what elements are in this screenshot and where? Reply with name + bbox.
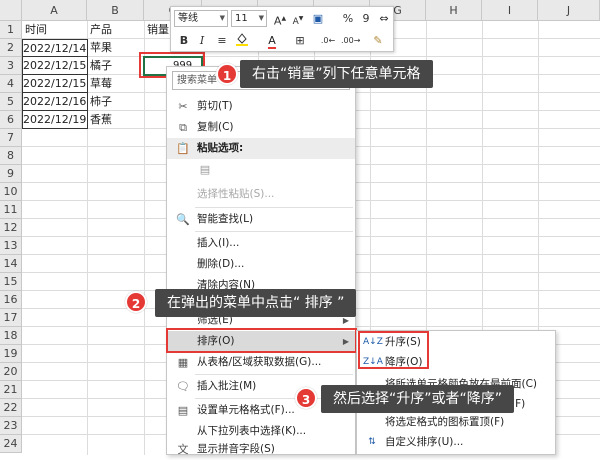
cell-a5[interactable]: 2022/12/16 <box>22 93 88 111</box>
format-cells-icon: ▤ <box>177 404 189 417</box>
row-header-11[interactable]: 11 <box>0 201 22 219</box>
chevron-down-icon: ▼ <box>258 14 264 22</box>
cell-b2[interactable]: 苹果 <box>90 39 142 57</box>
row-header-12[interactable]: 12 <box>0 219 22 237</box>
row-header-3[interactable]: 3 <box>0 57 22 75</box>
cell-c1[interactable]: 销量 <box>147 21 171 39</box>
row-header-7[interactable]: 7 <box>0 129 22 147</box>
decrease-font-button[interactable]: A▼ <box>289 10 307 27</box>
column-header-j[interactable]: J <box>538 0 600 21</box>
mini-toolbar: 等线 ▼ 11 ▼ A▲ A▼ ▣ % 9 ⇔ B I ≡ A ⊞ .0← .0… <box>170 6 394 52</box>
menu-item-custom-sort[interactable]: ⇅ 自定义排序(U)... <box>357 432 555 452</box>
fill-color-icon[interactable] <box>233 32 251 49</box>
cell-a3[interactable]: 2022/12/15 <box>22 57 88 75</box>
chevron-down-icon: ▼ <box>219 14 225 22</box>
table-icon: ▦ <box>177 356 189 369</box>
font-size-select[interactable]: 11 ▼ <box>231 10 267 27</box>
number-format-icon[interactable]: ▣ <box>309 10 327 27</box>
menu-item-phonetic[interactable]: 文 显示拼音字段(S) <box>167 439 355 460</box>
menu-item-insert[interactable]: 插入(I)... <box>167 233 355 254</box>
clipboard-icon: 📋 <box>176 142 190 155</box>
italic-button[interactable]: I <box>193 32 211 49</box>
column-header-b[interactable]: B <box>87 0 144 21</box>
row-header-24[interactable]: 24 <box>0 435 22 453</box>
column-header-h[interactable]: H <box>426 0 482 21</box>
row-header-22[interactable]: 22 <box>0 399 22 417</box>
cell-b1[interactable]: 产品 <box>90 21 142 39</box>
cell-b5[interactable]: 柿子 <box>90 93 142 111</box>
cell-b3[interactable]: 橘子 <box>90 57 142 75</box>
row-header-5[interactable]: 5 <box>0 93 22 111</box>
menu-item-copy[interactable]: ⧉ 复制(C) <box>167 117 355 138</box>
row-header-15[interactable]: 15 <box>0 273 22 291</box>
cell-a4[interactable]: 2022/12/15 <box>22 75 88 93</box>
select-all-corner[interactable] <box>0 0 22 21</box>
row-header-8[interactable]: 8 <box>0 147 22 165</box>
format-painter-icon[interactable]: ✎ <box>369 32 387 49</box>
step-badge-2: 2 <box>125 291 147 313</box>
cell-a2[interactable]: 2022/12/14 <box>22 39 88 57</box>
wrap-text-icon[interactable]: ⇔ <box>375 10 393 27</box>
row-header-2[interactable]: 2 <box>0 39 22 57</box>
increase-decimal-icon[interactable]: .0← <box>319 32 337 49</box>
custom-sort-icon: ⇅ <box>368 437 376 447</box>
column-header-i[interactable]: I <box>482 0 538 21</box>
scissors-icon: ✂ <box>178 100 188 113</box>
row-header-23[interactable]: 23 <box>0 417 22 435</box>
column-header-a[interactable]: A <box>22 0 87 21</box>
row-header-10[interactable]: 10 <box>0 183 22 201</box>
row-header-20[interactable]: 20 <box>0 363 22 381</box>
percent-style-button[interactable]: % <box>339 10 357 27</box>
cell-a1[interactable]: 时间 <box>25 21 85 39</box>
row-header-4[interactable]: 4 <box>0 75 22 93</box>
cell-b6[interactable]: 香蕉 <box>90 111 142 129</box>
row-header-21[interactable]: 21 <box>0 381 22 399</box>
menu-item-smart-lookup[interactable]: 🔍 智能查找(L) <box>167 209 355 230</box>
menu-item-paste-options: 📋 粘贴选项: <box>167 138 355 159</box>
highlight-box-sort <box>166 328 357 353</box>
paste-option-row: ▤ <box>167 159 355 185</box>
decrease-decimal-icon[interactable]: .00→ <box>341 32 360 49</box>
row-header-1[interactable]: 1 <box>0 21 22 39</box>
row-header-14[interactable]: 14 <box>0 255 22 273</box>
font-size-value: 11 <box>235 13 248 24</box>
row-header-9[interactable]: 9 <box>0 165 22 183</box>
callout-step-2: 在弹出的菜单中点击“ 排序 ” <box>155 289 357 317</box>
row-header-17[interactable]: 17 <box>0 309 22 327</box>
copy-icon: ⧉ <box>179 121 187 134</box>
phonetic-icon: 文 <box>177 443 189 456</box>
comma-style-button[interactable]: 9 <box>357 10 375 27</box>
cell-b4[interactable]: 草莓 <box>90 75 142 93</box>
menu-item-delete[interactable]: 删除(D)... <box>167 254 355 275</box>
row-header-19[interactable]: 19 <box>0 345 22 363</box>
menu-item-paste-special[interactable]: 选择性粘贴(S)... <box>167 184 355 205</box>
increase-font-button[interactable]: A▲ <box>271 10 289 28</box>
callout-step-1: 右击“销量”列下任意单元格 <box>240 60 433 88</box>
row-header-13[interactable]: 13 <box>0 237 22 255</box>
callout-step-3: 然后选择“升序”或者“降序” <box>321 385 515 413</box>
cell-a6[interactable]: 2022/12/19 <box>22 111 88 129</box>
bold-button[interactable]: B <box>175 32 193 49</box>
comment-icon: 🗨 <box>176 380 190 393</box>
borders-icon[interactable]: ⊞ <box>291 32 309 49</box>
menu-item-cut[interactable]: ✂ 剪切(T) <box>167 96 355 117</box>
menu-item-get-data[interactable]: ▦ 从表格/区域获取数据(G)... <box>167 352 355 373</box>
row-header-16[interactable]: 16 <box>0 291 22 309</box>
step-badge-3: 3 <box>295 387 317 409</box>
menu-item-sort-by-icon[interactable]: 将选定格式的图标置顶(F) <box>357 412 555 432</box>
row-header-6[interactable]: 6 <box>0 111 22 129</box>
step-badge-1: 1 <box>216 63 238 85</box>
row-header-18[interactable]: 18 <box>0 327 22 345</box>
font-name-value: 等线 <box>178 13 198 24</box>
font-name-select[interactable]: 等线 ▼ <box>174 10 228 27</box>
paste-icon[interactable]: ▤ <box>197 159 213 180</box>
font-color-button[interactable]: A <box>263 32 281 49</box>
search-icon: 🔍 <box>176 213 190 226</box>
highlight-box-asc-desc <box>358 331 429 369</box>
align-button[interactable]: ≡ <box>213 32 231 49</box>
